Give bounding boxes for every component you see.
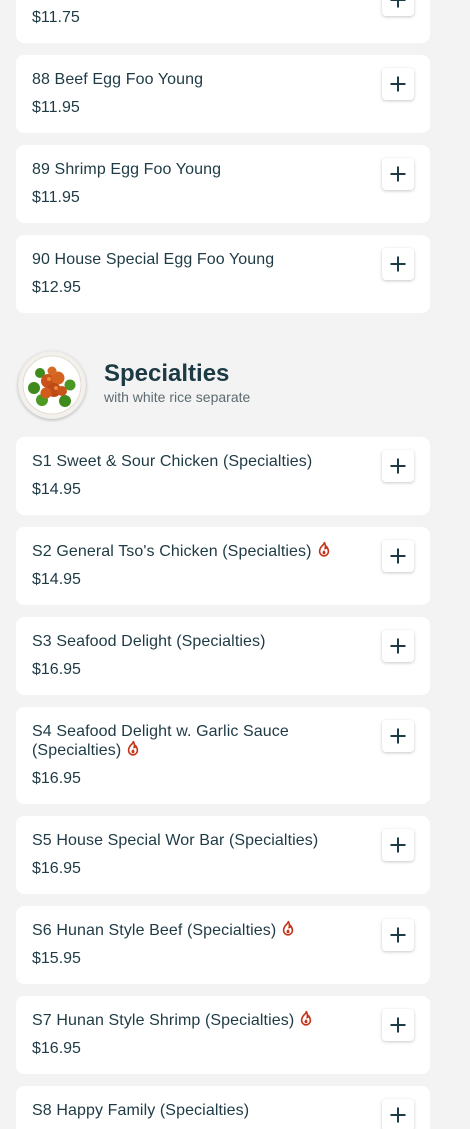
item-name-text: S5 House Special Wor Bar (Specialties)	[32, 832, 319, 849]
item-name-text: S4 Seafood Delight w. Garlic Sauce (Spec…	[32, 723, 289, 759]
menu-item-card[interactable]: $11.75	[16, 0, 430, 43]
menu-item-card[interactable]: S4 Seafood Delight w. Garlic Sauce (Spec…	[16, 707, 430, 804]
item-name: S4 Seafood Delight w. Garlic Sauce (Spec…	[32, 722, 332, 761]
plus-icon	[390, 728, 406, 744]
item-name: S2 General Tso's Chicken (Specialties)	[32, 541, 362, 562]
item-price: $16.95	[32, 860, 81, 877]
plus-icon	[390, 837, 406, 853]
add-to-cart-button[interactable]	[382, 0, 414, 16]
item-name-text: S2 General Tso's Chicken (Specialties)	[32, 543, 312, 560]
item-name: 89 Shrimp Egg Foo Young	[32, 161, 222, 178]
item-name-text: S1 Sweet & Sour Chicken (Specialties)	[32, 453, 313, 470]
item-name: S7 Hunan Style Shrimp (Specialties)	[32, 1010, 362, 1031]
add-to-cart-button[interactable]	[382, 68, 414, 100]
section-subtitle: with white rice separate	[104, 389, 251, 405]
plus-icon	[390, 0, 406, 8]
plus-icon	[390, 1107, 406, 1123]
item-price: $15.95	[32, 950, 81, 967]
item-name: S3 Seafood Delight (Specialties)	[32, 632, 362, 651]
item-price: $11.95	[32, 99, 80, 116]
chili-pepper-icon	[300, 1010, 312, 1031]
plus-icon	[390, 638, 406, 654]
add-to-cart-button[interactable]	[382, 540, 414, 572]
add-to-cart-button[interactable]	[382, 919, 414, 951]
plus-icon	[390, 76, 406, 92]
section-header-specialties: Specialties with white rice separate	[18, 351, 438, 421]
item-name-text: S6 Hunan Style Beef (Specialties)	[32, 922, 277, 939]
add-to-cart-button[interactable]	[382, 720, 414, 752]
plus-icon	[390, 548, 406, 564]
section-food-image	[18, 351, 86, 419]
menu-item-card[interactable]: S1 Sweet & Sour Chicken (Specialties) $1…	[16, 437, 430, 515]
item-name-text: S8 Happy Family (Specialties)	[32, 1102, 250, 1119]
item-name: S6 Hunan Style Beef (Specialties)	[32, 920, 362, 941]
plus-icon	[390, 927, 406, 943]
item-name: S5 House Special Wor Bar (Specialties)	[32, 831, 362, 850]
menu-item-card[interactable]: 88 Beef Egg Foo Young $11.95	[16, 55, 430, 133]
add-to-cart-button[interactable]	[382, 248, 414, 280]
plus-icon	[390, 256, 406, 272]
menu-item-card[interactable]: S5 House Special Wor Bar (Specialties) $…	[16, 816, 430, 894]
item-name-text: S7 Hunan Style Shrimp (Specialties)	[32, 1012, 295, 1029]
chili-pepper-icon	[127, 740, 139, 761]
add-to-cart-button[interactable]	[382, 1009, 414, 1041]
add-to-cart-button[interactable]	[382, 829, 414, 861]
food-dish-image	[19, 352, 85, 418]
item-name-text: S3 Seafood Delight (Specialties)	[32, 633, 266, 650]
item-name: 88 Beef Egg Foo Young	[32, 71, 204, 88]
chili-pepper-icon	[318, 541, 330, 562]
item-price: $16.95	[32, 770, 81, 787]
item-name: S1 Sweet & Sour Chicken (Specialties)	[32, 452, 362, 471]
item-price: $12.95	[32, 279, 81, 296]
menu-item-card[interactable]: 89 Shrimp Egg Foo Young $11.95	[16, 145, 430, 223]
plus-icon	[390, 1017, 406, 1033]
menu-item-card[interactable]: S6 Hunan Style Beef (Specialties) $15.95	[16, 906, 430, 984]
item-price: $16.95	[32, 1040, 81, 1057]
item-price: $16.95	[32, 661, 81, 678]
menu-item-card[interactable]: 90 House Special Egg Foo Young $12.95	[16, 235, 430, 313]
section-title: Specialties	[104, 360, 230, 387]
item-price: $11.95	[32, 189, 80, 206]
add-to-cart-button[interactable]	[382, 1099, 414, 1129]
plus-icon	[390, 458, 406, 474]
item-price: $14.95	[32, 571, 81, 588]
menu-item-card[interactable]: S2 General Tso's Chicken (Specialties) $…	[16, 527, 430, 605]
add-to-cart-button[interactable]	[382, 450, 414, 482]
item-name: S8 Happy Family (Specialties)	[32, 1101, 362, 1120]
item-price: $14.95	[32, 481, 81, 498]
menu-item-card[interactable]: S7 Hunan Style Shrimp (Specialties) $16.…	[16, 996, 430, 1074]
menu-item-card[interactable]: S3 Seafood Delight (Specialties) $16.95	[16, 617, 430, 695]
item-price: $11.75	[32, 9, 80, 26]
plus-icon	[390, 166, 406, 182]
item-name: 90 House Special Egg Foo Young	[32, 251, 275, 268]
chili-pepper-icon	[282, 920, 294, 941]
menu-page: $11.75 88 Beef Egg Foo Young $11.95 89 S…	[0, 0, 470, 1129]
add-to-cart-button[interactable]	[382, 630, 414, 662]
add-to-cart-button[interactable]	[382, 158, 414, 190]
menu-item-card[interactable]: S8 Happy Family (Specialties)	[16, 1086, 430, 1129]
